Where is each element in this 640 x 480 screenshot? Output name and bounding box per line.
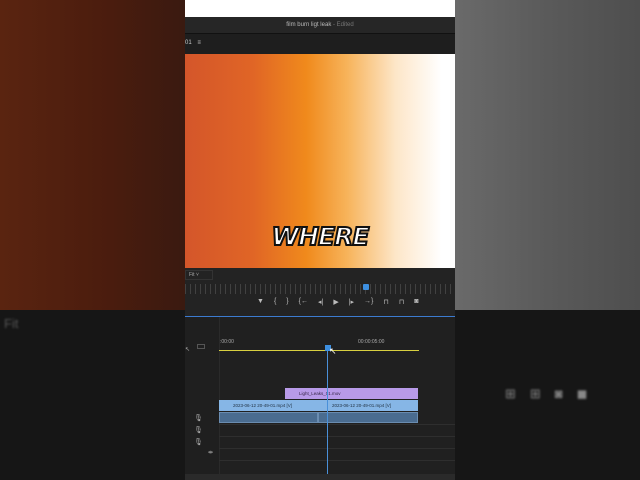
- clip-label: 2023-06-12 20-49-01.mp4 [V]: [233, 403, 293, 408]
- blurred-background-right-lower: ⊞⊞◙◼: [455, 310, 640, 480]
- camera-icon[interactable]: ◙: [414, 298, 418, 306]
- play-icon[interactable]: ▶: [333, 298, 338, 306]
- mic-icon[interactable]: 🎙: [194, 414, 203, 422]
- clip-light-leaks[interactable]: Light_Leaks_01.mov: [285, 388, 418, 399]
- wrench-icon[interactable]: ↖: [185, 346, 190, 353]
- clip-label: Light_Leaks_01.mov: [299, 391, 341, 396]
- blurred-background-right: [455, 0, 640, 310]
- extract-icon[interactable]: ⊓: [399, 298, 404, 306]
- clip-label: 2023-06-12 20-49-01.mp4 [V]: [332, 403, 392, 408]
- monitor-playhead[interactable]: [363, 284, 369, 290]
- step-forward-icon[interactable]: |▸: [349, 298, 354, 306]
- blurred-transport-icons: ⊞⊞◙◼: [505, 386, 602, 401]
- timecode-start: :00:00: [220, 339, 234, 345]
- blurred-background-left-lower: Fit: [0, 310, 185, 480]
- track-divider: [219, 448, 455, 449]
- program-panel-header: 01 ≡: [185, 34, 455, 54]
- timeline-scrollbar[interactable]: [185, 474, 455, 480]
- zoom-value: Fit: [189, 272, 195, 278]
- clip-video-b[interactable]: 2023-06-12 20-49-01.mp4 [V]: [318, 400, 418, 411]
- step-back-icon[interactable]: ◂|: [318, 298, 323, 306]
- edited-status: - Edited: [333, 22, 354, 28]
- mark-in-icon[interactable]: {: [274, 298, 276, 306]
- expand-track-icon[interactable]: ⇹: [208, 449, 213, 456]
- track-divider: [219, 460, 455, 461]
- mic-icon[interactable]: 🎙: [194, 438, 203, 446]
- go-to-in-icon[interactable]: {←: [299, 298, 308, 306]
- mark-out-icon[interactable]: }: [286, 298, 288, 306]
- clip-audio-a[interactable]: [219, 412, 318, 423]
- hamburger-icon[interactable]: ≡: [197, 40, 201, 46]
- lift-icon[interactable]: ⊓: [383, 298, 388, 306]
- timecode-5s: 00:00:05:00: [358, 339, 385, 345]
- mouse-cursor-icon: ↖: [329, 346, 337, 356]
- go-to-out-icon[interactable]: →}: [364, 298, 373, 306]
- blurred-background-left: [0, 0, 185, 310]
- mic-icon[interactable]: 🎙: [194, 426, 203, 434]
- work-area-bar[interactable]: [219, 350, 419, 351]
- sequence-label: 01: [185, 40, 192, 46]
- transport-controls: ▼ { } {← ◂| ▶ |▸ →} ⊓ ⊓ ◙: [257, 298, 419, 306]
- track-divider: [219, 436, 455, 437]
- marker-icon[interactable]: ▼: [257, 298, 264, 306]
- captions-icon[interactable]: [197, 344, 205, 349]
- track-divider: [219, 424, 455, 425]
- window-title: film burn ligt leak: [286, 22, 332, 28]
- monitor-scrub-ruler[interactable]: [185, 284, 455, 294]
- caption-text: WHERE: [271, 221, 371, 252]
- clip-audio-b[interactable]: [318, 412, 418, 423]
- title-bar: film burn ligt leak - Edited: [185, 17, 455, 34]
- top-bar: [185, 0, 455, 17]
- zoom-select[interactable]: Fit ˅: [185, 270, 213, 280]
- clip-video-a[interactable]: 2023-06-12 20-49-01.mp4 [V]: [219, 400, 318, 411]
- blurred-fit-label: Fit: [4, 316, 19, 331]
- playhead-line: [327, 350, 328, 474]
- premiere-window: film burn ligt leak - Edited 01 ≡ WHERE …: [185, 0, 455, 480]
